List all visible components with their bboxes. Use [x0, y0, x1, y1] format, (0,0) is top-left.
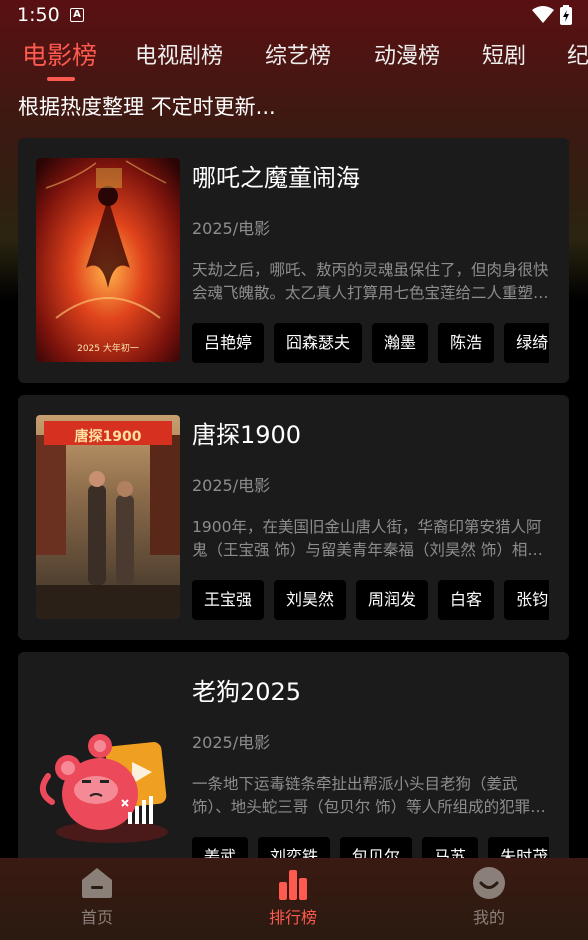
- movie-meta: 2025/电影: [192, 733, 271, 752]
- placeholder-poster[interactable]: [36, 672, 180, 876]
- movie-meta: 2025/电影: [192, 219, 271, 238]
- movie-title[interactable]: 老狗2025: [192, 672, 301, 707]
- tab-tv-series[interactable]: 电视剧榜: [135, 38, 223, 70]
- movie-card[interactable]: 2025 大年初一 哪吒之魔童闹海 2025/电影 天劫之后，哪吒、敖丙的灵魂虽…: [18, 138, 569, 383]
- home-icon: [82, 868, 112, 898]
- category-tabs: 电影榜 电视剧榜 综艺榜 动漫榜 短剧 纪: [0, 38, 588, 82]
- status-time: 1:50: [17, 4, 60, 26]
- tab-documentary[interactable]: 纪: [567, 38, 588, 70]
- cast-chip[interactable]: 王宝强: [192, 580, 265, 620]
- movie-poster[interactable]: 唐探1900: [36, 415, 180, 619]
- poster-caption: 唐探1900: [74, 429, 142, 445]
- movie-meta: 2025/电影: [192, 476, 271, 495]
- wifi-icon: [532, 6, 554, 23]
- cast-chip[interactable]: 刘昊然: [274, 580, 347, 620]
- poster-caption: 2025 大年初一: [77, 344, 139, 354]
- cast-chip[interactable]: 陈浩: [438, 323, 495, 363]
- bottom-navigation: 首页 排行榜 我的: [0, 858, 588, 940]
- bar-chart-icon: [279, 870, 307, 900]
- cast-chip[interactable]: 吕艳婷: [192, 323, 265, 363]
- nav-ranking[interactable]: 排行榜: [238, 858, 348, 940]
- movie-poster[interactable]: 2025 大年初一: [36, 158, 180, 362]
- cast-chip[interactable]: 囧森瑟夫: [274, 323, 363, 363]
- tab-anime[interactable]: 动漫榜: [374, 38, 440, 70]
- movie-title[interactable]: 唐探1900: [192, 415, 301, 450]
- nav-label: 首页: [80, 908, 113, 927]
- nav-home[interactable]: 首页: [42, 858, 152, 940]
- active-tab-indicator: [47, 77, 75, 81]
- cast-chip[interactable]: 白客: [438, 580, 495, 620]
- status-icons: [532, 5, 572, 25]
- tab-movies[interactable]: 电影榜: [22, 38, 97, 72]
- nav-label: 排行榜: [268, 908, 317, 927]
- smile-face-icon: [473, 867, 505, 899]
- cast-chip[interactable]: 绿绮: [504, 323, 549, 363]
- cast-chip[interactable]: 周润发: [356, 580, 429, 620]
- movie-description: 天劫之后，哪吒、敖丙的灵魂虽保住了，但肉身很快会魂飞魄散。太乙真人打算用七色宝莲…: [192, 261, 549, 302]
- movie-description: 1900年，在美国旧金山唐人街，华裔印第安猎人阿鬼（王宝强 饰）与留美青年秦福（…: [192, 518, 542, 559]
- cast-chip[interactable]: 张钧甯: [504, 580, 549, 620]
- battery-icon: [560, 5, 572, 25]
- tab-short-drama[interactable]: 短剧: [482, 38, 526, 70]
- cast-chips: 吕艳婷 囧森瑟夫 瀚墨 陈浩 绿绮: [192, 323, 549, 363]
- cast-chip[interactable]: 瀚墨: [372, 323, 429, 363]
- nav-profile[interactable]: 我的: [434, 858, 544, 940]
- movie-card[interactable]: 唐探1900 唐探1900 2025/电影 1900年，在美国旧金山唐人街，华裔…: [18, 395, 569, 640]
- movie-title[interactable]: 哪吒之魔童闹海: [192, 158, 360, 193]
- tab-variety[interactable]: 综艺榜: [265, 38, 331, 70]
- status-bar: 1:50 A: [0, 0, 588, 32]
- cast-chips: 王宝强刘昊然周润发白客张钧甯: [192, 580, 549, 620]
- notification-a-icon: A: [70, 8, 84, 22]
- ranking-subtitle: 根据热度整理 不定时更新...: [18, 95, 276, 119]
- movie-description: 一条地下运毒链条牵扯出帮派小头目老狗（姜武 饰）、地头蛇三哥（包贝尔 饰）等人所…: [192, 775, 546, 816]
- nav-label: 我的: [472, 908, 505, 927]
